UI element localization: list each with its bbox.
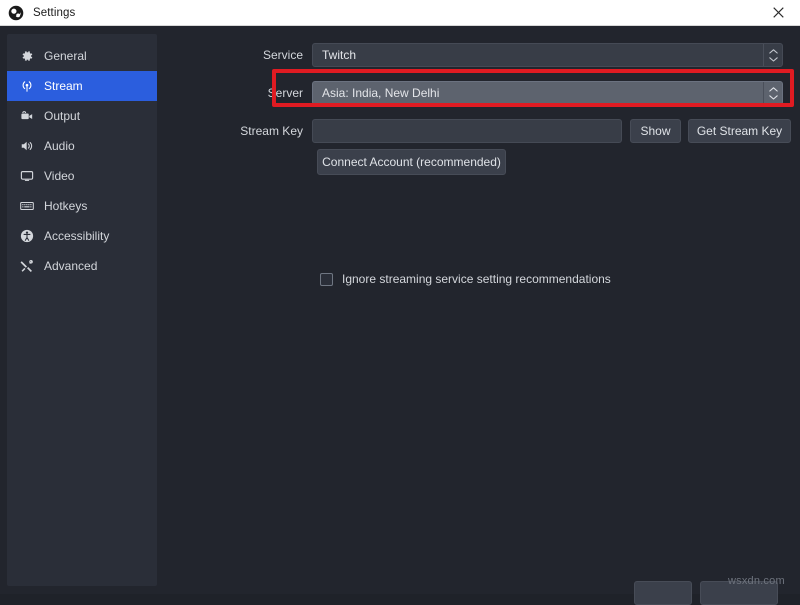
sidebar-item-audio[interactable]: Audio [7, 131, 157, 161]
stream-key-input[interactable] [312, 119, 622, 143]
stream-settings-panel: Service Twitch Server Asia: India, New D… [162, 34, 794, 586]
sidebar-item-stream[interactable]: Stream [7, 71, 157, 101]
sidebar-item-label: Accessibility [44, 229, 110, 243]
sidebar-item-label: Advanced [44, 259, 98, 273]
service-row: Service Twitch [162, 43, 792, 67]
watermark: wsxdn.com [728, 575, 785, 587]
service-label: Service [262, 48, 303, 62]
sidebar-item-label: Audio [44, 139, 75, 153]
server-combobox[interactable]: Asia: India, New Delhi [312, 81, 783, 105]
service-spinner-icon[interactable] [763, 44, 782, 66]
sidebar-item-label: Hotkeys [44, 199, 88, 213]
sidebar-item-advanced[interactable]: Advanced [7, 251, 157, 281]
settings-window: General Stream Output Audio Video Hotkey… [0, 26, 800, 605]
server-value: Asia: India, New Delhi [322, 86, 440, 100]
server-row: Server Asia: India, New Delhi [162, 81, 792, 105]
show-stream-key-button[interactable]: Show [630, 119, 681, 143]
keyboard-icon [19, 198, 35, 214]
gear-icon [19, 48, 35, 64]
window-title: Settings [33, 6, 76, 19]
stream-key-row: Stream Key Show Get Stream Key [162, 119, 792, 143]
sidebar-item-video[interactable]: Video [7, 161, 157, 191]
dialog-button-left[interactable] [634, 581, 692, 605]
accessibility-icon [19, 228, 35, 244]
settings-sidebar: General Stream Output Audio Video Hotkey… [7, 34, 157, 586]
sidebar-item-label: Output [44, 109, 81, 123]
get-stream-key-button[interactable]: Get Stream Key [688, 119, 791, 143]
sidebar-item-label: Stream [44, 79, 83, 93]
sidebar-item-label: Video [44, 169, 75, 183]
sidebar-item-general[interactable]: General [7, 41, 157, 71]
ignore-recommendations-label: Ignore streaming service setting recomme… [342, 272, 611, 286]
sidebar-item-output[interactable]: Output [7, 101, 157, 131]
close-icon[interactable] [756, 0, 800, 26]
connect-account-button[interactable]: Connect Account (recommended) [317, 149, 506, 175]
server-label: Server [267, 86, 303, 100]
sidebar-item-hotkeys[interactable]: Hotkeys [7, 191, 157, 221]
ignore-recommendations-checkbox[interactable] [320, 272, 333, 286]
stream-key-label: Stream Key [240, 124, 303, 138]
obs-logo-icon [8, 5, 24, 21]
ignore-recommendations-row[interactable]: Ignore streaming service setting recomme… [320, 272, 611, 286]
broadcast-icon [19, 78, 35, 94]
sidebar-item-label: General [44, 49, 87, 63]
service-combobox[interactable]: Twitch [312, 43, 783, 67]
video-camera-icon [19, 108, 35, 124]
window-titlebar: Settings [0, 0, 800, 26]
sidebar-item-accessibility[interactable]: Accessibility [7, 221, 157, 251]
service-value: Twitch [322, 48, 357, 62]
server-spinner-icon[interactable] [763, 82, 782, 104]
speaker-icon [19, 138, 35, 154]
tools-icon [19, 258, 35, 274]
monitor-icon [19, 168, 35, 184]
